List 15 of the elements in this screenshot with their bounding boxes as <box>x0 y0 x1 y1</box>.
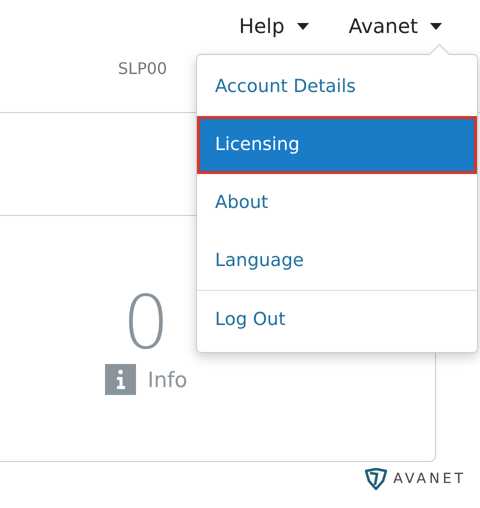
info-label: Info <box>148 368 188 392</box>
nav-menu[interactable]: Avanet <box>348 14 442 38</box>
info-icon <box>104 364 136 395</box>
stat-value: 0 <box>122 284 170 362</box>
device-id: SLP00 <box>118 59 168 78</box>
caret-icon <box>430 22 442 30</box>
menu-item[interactable]: Licensing <box>197 116 477 174</box>
menu-item[interactable]: Log Out <box>197 291 477 349</box>
caret-icon <box>296 22 309 30</box>
menu-item[interactable]: Language <box>197 232 477 290</box>
nav-menu[interactable]: Help <box>238 14 309 38</box>
shield-logo-icon <box>365 468 388 490</box>
logo-wordmark: AVANET <box>393 471 466 487</box>
menu-item[interactable]: Account Details <box>197 58 477 116</box>
menu-item[interactable]: About <box>197 174 477 232</box>
